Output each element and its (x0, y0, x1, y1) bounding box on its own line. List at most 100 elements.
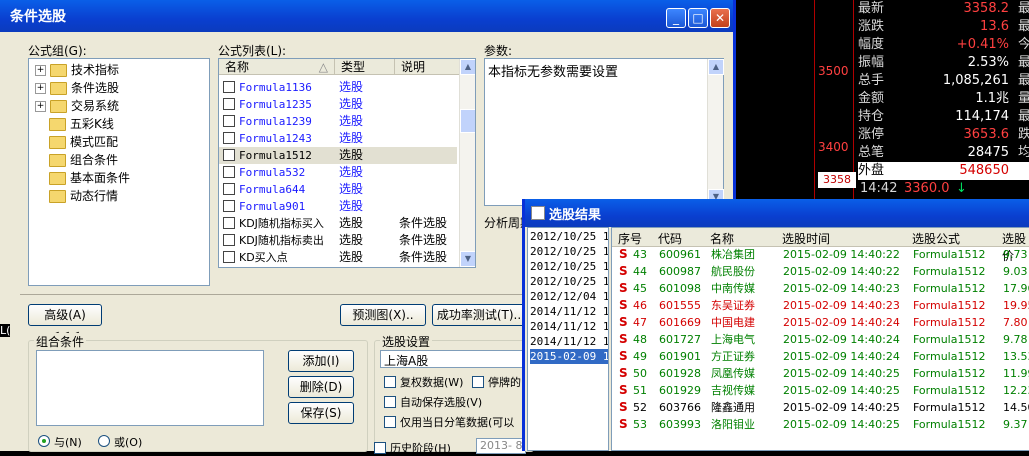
signal-mark: S (619, 400, 628, 414)
tree-item[interactable]: + 技术指标 (35, 61, 119, 79)
formula-row[interactable]: Formula1239 选股 (219, 113, 457, 130)
result-row[interactable]: S 52 603766 隆鑫通用 2015-02-09 14:40:25 Formula1… (613, 399, 1029, 416)
history-date-input[interactable]: 2013- 8 (476, 438, 526, 454)
scroll-thumb[interactable] (460, 109, 475, 133)
expand-icon[interactable]: + (35, 101, 46, 112)
date-item[interactable]: 2014/11/12 1 (530, 304, 608, 319)
header-time[interactable]: 选股时间 (782, 230, 830, 247)
formula-row[interactable]: KDJ随机指标卖出 选股 条件选股 (219, 232, 457, 249)
result-row[interactable]: S 49 601901 方正证券 2015-02-09 14:40:24 Formula1… (613, 348, 1029, 365)
date-item[interactable]: 2012/10/25 1 (530, 259, 608, 274)
formula-list-scrollbar[interactable]: ▲ ▼ (459, 59, 475, 267)
formula-row[interactable]: KDJ随机指标买入 选股 条件选股 (219, 215, 457, 232)
date-item[interactable]: 2015-02-09 1 (530, 349, 608, 364)
result-name: 中国电建 (711, 316, 755, 329)
success-test-button[interactable]: 成功率测试(T).. (432, 304, 526, 326)
result-formula: Formula1512 (913, 282, 986, 295)
formula-row[interactable]: KD买入点 选股 条件选股 (219, 249, 457, 266)
combo-label: 组合条件 (34, 333, 87, 350)
params-scrollbar[interactable]: ▲ ▼ (707, 59, 724, 205)
add-button[interactable]: 添加(I) (288, 350, 354, 372)
scroll-up-icon[interactable]: ▲ (708, 59, 724, 75)
results-titlebar[interactable]: 选股结果 (525, 199, 1029, 227)
radio-or-label: 或(O) (114, 436, 143, 449)
quote-row: 外盘 548650 (858, 162, 1029, 180)
date-item[interactable]: 2014/11/12 1 (530, 334, 608, 349)
radio-or[interactable] (98, 435, 110, 447)
folder-icon (49, 136, 66, 149)
check-history[interactable] (374, 442, 386, 454)
maximize-button[interactable]: □ (688, 8, 708, 28)
quote-row: 涨跌 13.6 最 (858, 18, 1029, 36)
date-item[interactable]: 2012/12/04 1 (530, 289, 608, 304)
header-seq[interactable]: 序号 (618, 230, 642, 247)
market-select[interactable]: 上海A股 (380, 350, 524, 368)
result-row[interactable]: S 50 601928 凤凰传媒 2015-02-09 14:40:25 Formula1… (613, 365, 1029, 382)
result-code: 601929 (659, 384, 701, 397)
header-code[interactable]: 代码 (658, 230, 682, 247)
tree-item[interactable]: + 交易系统 (35, 97, 119, 115)
result-row[interactable]: S 51 601929 吉视传媒 2015-02-09 14:40:25 Formula1… (613, 382, 1029, 399)
formula-row[interactable]: Formula901 选股 (219, 198, 457, 215)
formula-group-tree[interactable]: + 技术指标 + 条件选股 + 交易系统 五彩K线 模式匹配 组合条件 基本面条件 动态行情 (28, 58, 210, 286)
expand-icon[interactable]: + (35, 65, 46, 76)
save-button[interactable]: 保存(S) (288, 402, 354, 424)
formula-row[interactable]: Formula532 选股 (219, 164, 457, 181)
quote-value: 1,085,261 (942, 73, 1009, 88)
tree-item[interactable]: 模式匹配 (49, 133, 118, 151)
result-row[interactable]: S 53 603993 洛阳钼业 2015-02-09 14:40:25 Formula1… (613, 416, 1029, 433)
check-autosave[interactable] (384, 396, 396, 408)
close-button[interactable]: ✕ (710, 8, 730, 28)
result-price: 9.78 (1003, 333, 1028, 346)
result-row[interactable]: S 44 600987 航民股份 2015-02-09 14:40:22 Formula1… (613, 263, 1029, 280)
tree-item[interactable]: 五彩K线 (49, 115, 114, 133)
tree-item[interactable]: 基本面条件 (49, 169, 130, 187)
tree-item[interactable]: + 条件选股 (35, 79, 119, 97)
header-formula[interactable]: 选股公式 (912, 230, 960, 247)
advanced-button[interactable]: 高级(A) <<< (28, 304, 102, 342)
result-row[interactable]: S 48 601727 上海电气 2015-02-09 14:40:24 Formula1… (613, 331, 1029, 348)
radio-and[interactable] (38, 435, 50, 447)
date-item[interactable]: 2012/10/25 1 (530, 229, 608, 244)
check-suspend[interactable] (472, 376, 484, 388)
formula-row[interactable]: Formula1243 选股 (219, 130, 457, 147)
date-list[interactable]: 2012/10/25 1 2012/10/25 1 2012/10/25 1 2012… (527, 227, 609, 451)
tree-item[interactable]: 动态行情 (49, 187, 118, 205)
column-header-type[interactable]: 类型 (335, 59, 395, 75)
date-item[interactable]: 2012/10/25 1 (530, 244, 608, 259)
expand-icon[interactable]: + (35, 83, 46, 94)
preview-button[interactable]: 预测图(X).. (340, 304, 426, 326)
tree-item[interactable]: 组合条件 (49, 151, 118, 169)
formula-list[interactable]: 名称 △ 类型 说明 Formula1136 选股 Formula1235 选股 Form… (218, 58, 476, 268)
formula-row[interactable]: Formula1235 选股 (219, 96, 457, 113)
formula-type: 选股 (339, 250, 364, 264)
last-time: 14:42 (860, 181, 898, 196)
check-rights[interactable] (384, 376, 396, 388)
combo-list[interactable] (36, 350, 264, 426)
check-today-only[interactable] (384, 416, 396, 428)
result-row[interactable]: S 46 601555 东吴证券 2015-02-09 14:40:23 Formula1… (613, 297, 1029, 314)
formula-row[interactable]: Formula644 选股 (219, 181, 457, 198)
result-row[interactable]: S 47 601669 中国电建 2015-02-09 14:40:24 Formula1… (613, 314, 1029, 331)
dialog-titlebar[interactable]: 条件选股 _ □ ✕ (0, 0, 733, 32)
result-code: 601928 (659, 367, 701, 380)
formula-row[interactable]: Formula1512 选股 (219, 147, 457, 164)
header-name[interactable]: 名称 (710, 230, 734, 247)
result-seq: 49 (633, 350, 647, 363)
formula-row[interactable]: Formula1136 选股 (219, 79, 457, 96)
quote-label: 总笔 (858, 145, 885, 160)
column-header-desc[interactable]: 说明 (395, 59, 461, 75)
result-row[interactable]: S 43 600961 株冶集团 2015-02-09 14:40:22 Formula1… (613, 246, 1029, 263)
column-header-name[interactable]: 名称 △ (219, 59, 335, 75)
signal-mark: S (619, 247, 628, 261)
check-history-label: 历史阶段(H) (390, 442, 451, 455)
minimize-button[interactable]: _ (666, 8, 686, 28)
result-row[interactable]: S 45 601098 中南传媒 2015-02-09 14:40:23 Formula1… (613, 280, 1029, 297)
formula-type: 选股 (339, 233, 364, 247)
scroll-down-icon[interactable]: ▼ (460, 251, 475, 267)
date-item[interactable]: 2014/11/12 1 (530, 319, 608, 334)
delete-button[interactable]: 删除(D) (288, 376, 354, 398)
scroll-up-icon[interactable]: ▲ (460, 59, 475, 75)
quote-value: 3358.2 (963, 1, 1010, 16)
date-item[interactable]: 2012/10/25 1 (530, 274, 608, 289)
